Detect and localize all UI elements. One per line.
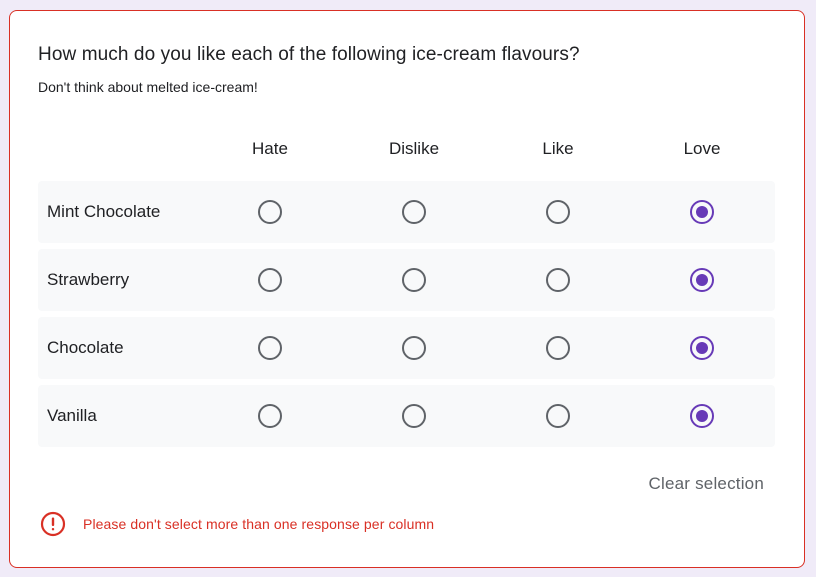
radio-strawberry-love[interactable] — [690, 268, 714, 292]
grid-row-chocolate: Chocolate — [38, 317, 775, 379]
question-description: Don't think about melted ice-cream! — [38, 79, 258, 95]
radio-vanilla-like[interactable] — [546, 404, 570, 428]
column-header-hate: Hate — [252, 139, 288, 158]
radio-chocolate-hate[interactable] — [258, 336, 282, 360]
grid-header-row: Hate Dislike Like Love — [38, 137, 775, 181]
grid-row-strawberry: Strawberry — [38, 249, 775, 311]
column-header-like: Like — [542, 139, 574, 158]
radio-strawberry-dislike[interactable] — [402, 268, 426, 292]
radio-mint-chocolate-dislike[interactable] — [402, 200, 426, 224]
radio-chocolate-dislike[interactable] — [402, 336, 426, 360]
row-label: Strawberry — [47, 270, 130, 289]
radio-strawberry-like[interactable] — [546, 268, 570, 292]
grid-row-vanilla: Vanilla — [38, 385, 775, 447]
row-label: Vanilla — [47, 406, 97, 425]
radio-vanilla-hate[interactable] — [258, 404, 282, 428]
radio-vanilla-dislike[interactable] — [402, 404, 426, 428]
row-label: Mint Chocolate — [47, 202, 161, 221]
column-header-dislike: Dislike — [388, 139, 440, 158]
radio-mint-chocolate-love[interactable] — [690, 200, 714, 224]
question-title: How much do you like each of the followi… — [38, 44, 580, 65]
question-card: How much do you like each of the followi… — [9, 10, 805, 568]
grid-row-mint-chocolate: Mint Chocolate — [38, 181, 775, 243]
error-icon — [40, 511, 66, 537]
radio-vanilla-love[interactable] — [690, 404, 714, 428]
radio-mint-chocolate-like[interactable] — [546, 200, 570, 224]
error-message: Please don't select more than one respon… — [83, 516, 435, 532]
column-header-love: Love — [683, 139, 721, 158]
validation-error: Please don't select more than one respon… — [40, 511, 434, 537]
radio-chocolate-like[interactable] — [546, 336, 570, 360]
radio-chocolate-love[interactable] — [690, 336, 714, 360]
radio-strawberry-hate[interactable] — [258, 268, 282, 292]
clear-selection-button[interactable]: Clear selection — [649, 474, 764, 494]
row-label: Chocolate — [47, 338, 124, 357]
multiple-choice-grid: Hate Dislike Like Love Mint Chocolate St… — [38, 137, 775, 453]
radio-mint-chocolate-hate[interactable] — [258, 200, 282, 224]
